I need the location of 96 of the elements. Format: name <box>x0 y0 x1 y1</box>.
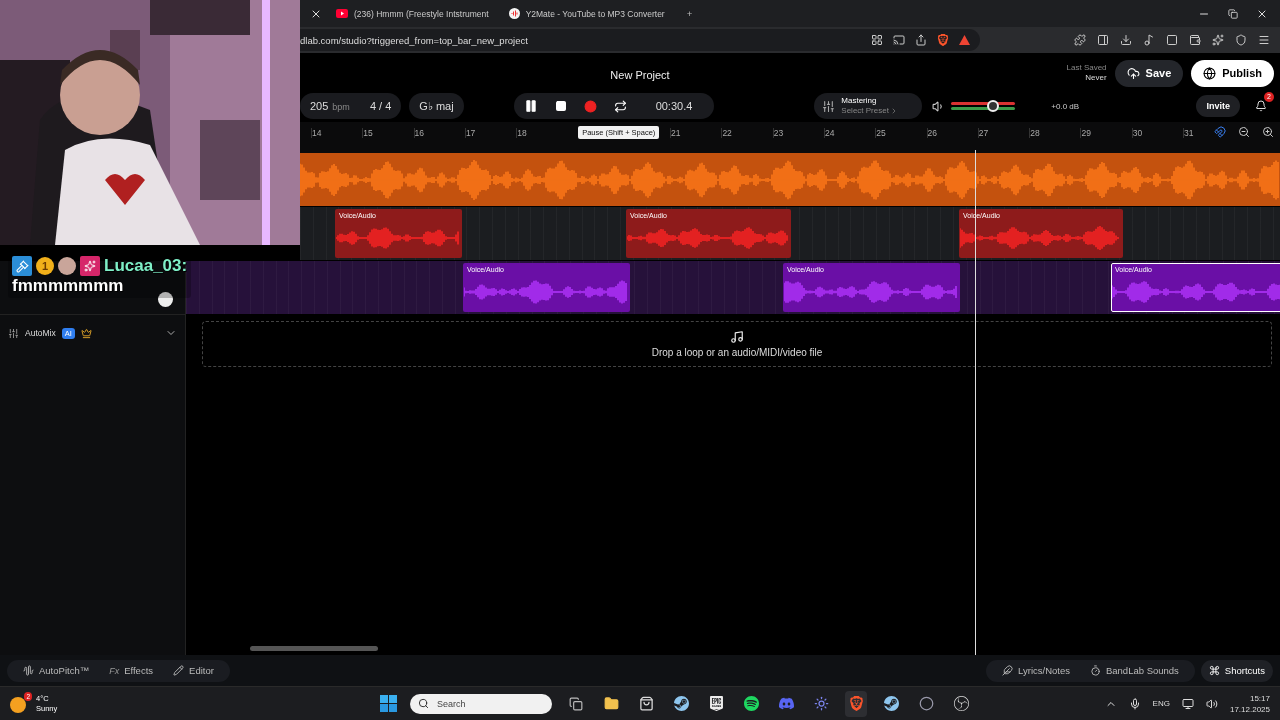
panel-icon[interactable] <box>1097 34 1109 46</box>
tool-button[interactable]: AutoPitch™ <box>15 659 98 682</box>
pause-icon <box>523 99 538 113</box>
cloud-upload-icon <box>1126 66 1140 80</box>
feather-icon <box>1002 665 1014 676</box>
chat-username: Lucaa_03: <box>104 256 188 276</box>
triangle-icon[interactable] <box>959 35 970 45</box>
bar-number: 30 <box>1131 128 1184 138</box>
horizontal-scrollbar[interactable] <box>250 646 378 651</box>
tool-button[interactable]: Editor <box>165 659 222 682</box>
automix-label[interactable]: AutoMix <box>25 328 56 338</box>
sparkle-icon[interactable] <box>1212 34 1224 46</box>
share-icon[interactable] <box>915 34 927 46</box>
wallet-icon[interactable] <box>1189 34 1201 46</box>
bar-number: 21 <box>670 128 722 138</box>
download-icon[interactable] <box>1120 34 1132 46</box>
clock[interactable]: 15:17 17.12.2025 <box>1229 692 1270 715</box>
chat-message: fmmmmmmm <box>12 276 125 296</box>
magnet-icon[interactable] <box>1214 126 1226 138</box>
start-icon[interactable] <box>380 695 397 712</box>
extensions-icon[interactable] <box>1074 34 1086 46</box>
zoom-out-icon[interactable] <box>1238 126 1250 138</box>
browser-tab[interactable]: Y2Mate - YouTube to MP3 Converter <box>502 2 671 25</box>
mastering-button[interactable]: Mastering Select Preset <box>814 93 923 119</box>
bar-number: 26 <box>926 128 978 138</box>
sliders-icon <box>822 99 836 113</box>
pencil-icon <box>173 665 185 676</box>
bar-number: 18 <box>516 128 568 138</box>
key-field[interactable]: G♭ maj <box>409 93 464 119</box>
volume-icon[interactable] <box>1205 697 1218 710</box>
monitor-icon[interactable] <box>1181 697 1194 710</box>
volume-reading: +0.0 dB <box>1051 101 1080 111</box>
music-note-icon <box>730 330 744 344</box>
bar-number: 28 <box>1029 128 1081 138</box>
tool-button[interactable]: Fx Effects <box>101 659 162 682</box>
crown-icon <box>80 327 92 339</box>
bar-number: 23 <box>772 128 824 138</box>
bar-number: 22 <box>721 128 773 138</box>
brave-icon[interactable] <box>845 690 867 717</box>
volume-slider[interactable] <box>951 99 1016 113</box>
play-logo-icon <box>336 9 348 18</box>
fx-icon: Fx <box>109 665 120 676</box>
shortcuts-button[interactable]: Shortcuts <box>1200 659 1273 682</box>
cast-icon[interactable] <box>893 34 905 46</box>
subscriber-badge: 1 <box>36 257 54 275</box>
sliders-icon <box>8 327 19 339</box>
sparkle-badge-icon <box>80 256 100 276</box>
command-icon <box>1208 665 1220 676</box>
grid-icon[interactable] <box>871 34 883 46</box>
menu-icon[interactable] <box>1258 34 1270 46</box>
drop-zone[interactable]: Drop a loop or an audio/MIDI/video file <box>202 321 1272 367</box>
microphone-icon[interactable] <box>1128 697 1141 710</box>
music-icon[interactable] <box>1143 34 1155 46</box>
weather-icon[interactable] <box>10 697 26 713</box>
waveform-icon <box>23 665 34 676</box>
avatar-icon <box>58 257 76 275</box>
time-display: 00:30.4 <box>654 100 694 112</box>
project-title: New Project <box>610 68 670 81</box>
last-saved-label: Last Saved <box>1066 63 1107 73</box>
globe-icon <box>1203 66 1217 80</box>
last-saved-value: Never <box>1085 73 1107 83</box>
new-tab-button[interactable]: + <box>678 2 701 25</box>
bar-number: 24 <box>823 128 876 138</box>
loop-icon <box>614 99 628 113</box>
volume-thumb[interactable] <box>986 100 999 112</box>
tool-button[interactable]: BandLab Sounds <box>1081 659 1187 682</box>
tool-button[interactable]: Lyrics/Notes <box>994 659 1078 682</box>
bar-number: 16 <box>413 128 465 138</box>
language-indicator[interactable]: ENG <box>1152 699 1170 708</box>
pan-knob[interactable] <box>158 292 173 307</box>
bar-number: 14 <box>311 128 363 138</box>
publish-button[interactable]: Publish <box>1191 59 1274 87</box>
zoom-in-icon[interactable] <box>1262 126 1274 138</box>
stop-icon <box>554 100 567 112</box>
address-text[interactable]: dlab.com/studio?triggered_from=top_bar_new_project <box>300 34 528 46</box>
bar-number: 25 <box>875 128 927 138</box>
invite-button[interactable]: Invite <box>1196 95 1240 117</box>
tempo-field[interactable]: 205 bpm <box>300 100 360 112</box>
bar-number: 17 <box>464 128 517 138</box>
restore-icon[interactable] <box>1228 8 1238 19</box>
browser-tab[interactable]: (236) Hmmm (Freestyle Intstrument <box>330 2 495 25</box>
search-icon <box>418 698 429 709</box>
bar-number: 15 <box>362 128 414 138</box>
waveform-logo-icon <box>508 8 520 19</box>
save-button[interactable]: Save <box>1114 59 1184 87</box>
timer-icon <box>1089 665 1101 676</box>
shield-icon[interactable] <box>1235 34 1247 46</box>
gavel-badge-icon <box>12 256 32 276</box>
bar-number: 27 <box>977 128 1030 138</box>
bar-number: 29 <box>1080 128 1132 138</box>
lion-shield-icon[interactable] <box>937 34 949 46</box>
bell-icon[interactable] <box>1255 100 1267 112</box>
record-icon <box>584 99 598 113</box>
time-signature-field[interactable]: 4 / 4 <box>359 100 402 112</box>
bar-number: 31 <box>1183 128 1235 138</box>
search-field[interactable]: Search <box>410 693 552 714</box>
